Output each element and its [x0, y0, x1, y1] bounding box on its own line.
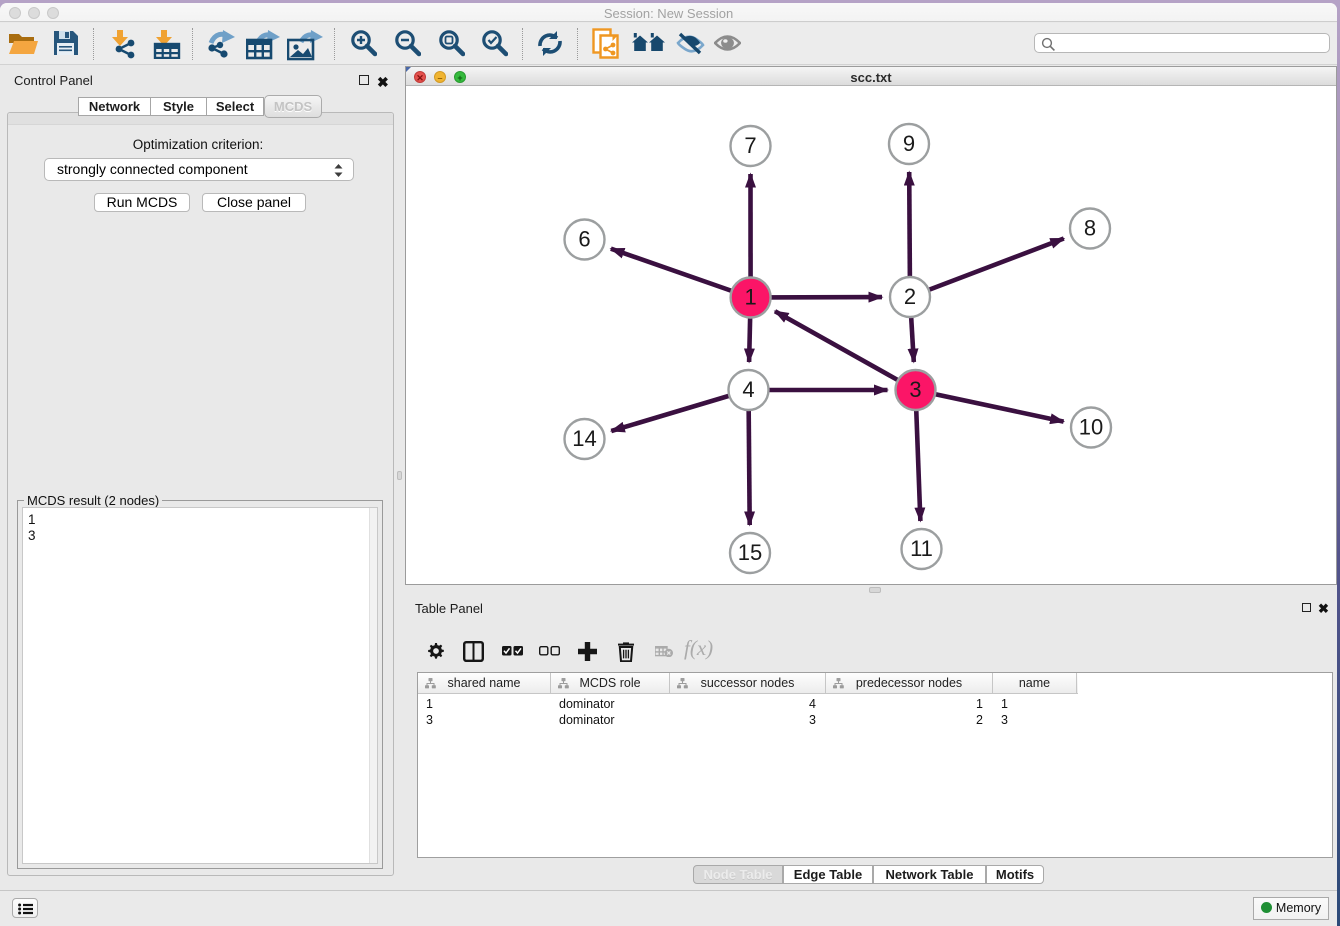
svg-text:6: 6 — [578, 227, 590, 252]
svg-text:9: 9 — [903, 131, 915, 156]
svg-text:4: 4 — [742, 377, 754, 402]
svg-text:11: 11 — [910, 536, 933, 561]
svg-text:2: 2 — [904, 284, 916, 309]
svg-text:3: 3 — [909, 377, 921, 402]
svg-text:7: 7 — [744, 133, 756, 158]
svg-text:8: 8 — [1084, 216, 1096, 241]
svg-text:1: 1 — [744, 285, 756, 310]
svg-text:15: 15 — [738, 540, 762, 565]
svg-text:10: 10 — [1079, 415, 1103, 440]
svg-text:14: 14 — [572, 426, 596, 451]
